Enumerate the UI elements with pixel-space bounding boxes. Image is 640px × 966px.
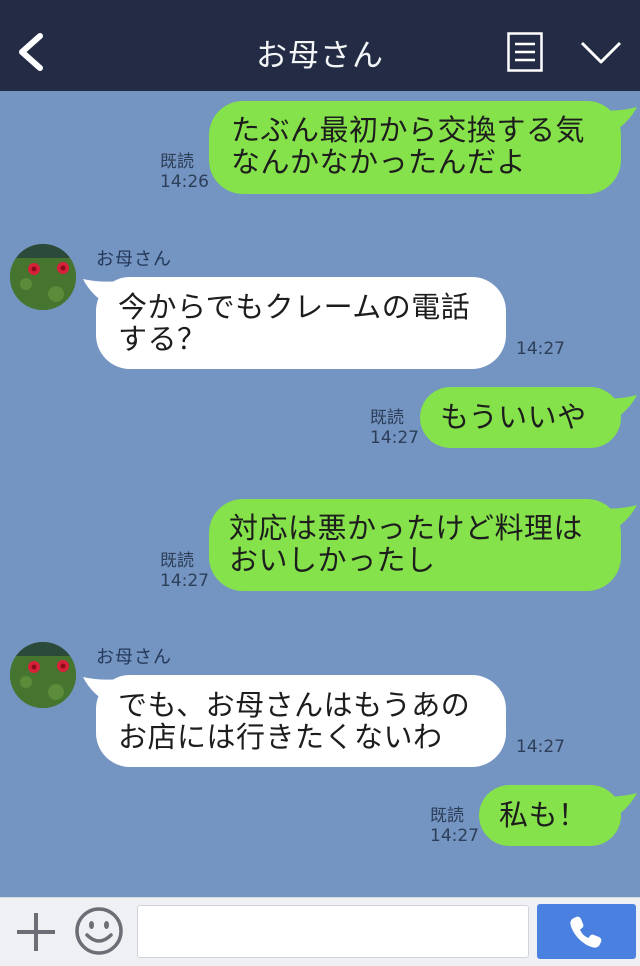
message-bubble[interactable]: 私も！ (479, 785, 621, 846)
chevron-down-icon[interactable] (580, 40, 622, 66)
message-bubble[interactable]: 今からでもクレームの電話 する？ (96, 277, 506, 369)
message-text: 今からでもクレームの電話 する？ (118, 290, 471, 356)
smile-icon[interactable] (74, 906, 124, 956)
message-time: 14:27 (430, 826, 479, 846)
sender-name: お母さん (96, 647, 172, 668)
message-text: もういいや (440, 400, 587, 434)
chat-title: お母さん (256, 38, 384, 74)
menu-icon[interactable] (507, 32, 543, 72)
read-receipt: 既読 (430, 806, 464, 826)
message-input[interactable] (137, 905, 529, 958)
message-bubble[interactable]: でも、お母さんはもうあの お店には行きたくないわ (96, 675, 506, 767)
message-text: でも、お母さんはもうあの お店には行きたくないわ (118, 688, 471, 754)
message-bubble[interactable]: 対応は悪かったけど料理は おいしかったし (209, 499, 621, 591)
phone-icon (570, 916, 602, 948)
message-text: 私も！ (499, 798, 588, 832)
read-receipt: 既読 (370, 408, 404, 428)
message-time: 14:27 (160, 571, 209, 591)
plus-icon[interactable] (14, 910, 58, 954)
message-bubble[interactable]: たぶん最初から交換する気 なんかなかったんだよ (209, 101, 621, 194)
read-receipt: 既読 (160, 152, 194, 172)
call-button[interactable] (537, 904, 636, 959)
chat-header: お母さん (0, 0, 640, 91)
avatar[interactable] (10, 244, 76, 310)
input-bar (0, 897, 640, 966)
message-time: 14:27 (370, 428, 419, 448)
message-text: たぶん最初から交換する気 なんかなかったんだよ (231, 113, 586, 179)
read-receipt: 既読 (160, 551, 194, 571)
message-time: 14:27 (516, 737, 565, 757)
message-bubble[interactable]: もういいや (420, 387, 621, 448)
sender-name: お母さん (96, 249, 172, 270)
avatar[interactable] (10, 642, 76, 708)
message-time: 14:26 (160, 172, 209, 192)
message-time: 14:27 (516, 339, 565, 359)
message-text: 対応は悪かったけど料理は おいしかったし (229, 511, 584, 577)
